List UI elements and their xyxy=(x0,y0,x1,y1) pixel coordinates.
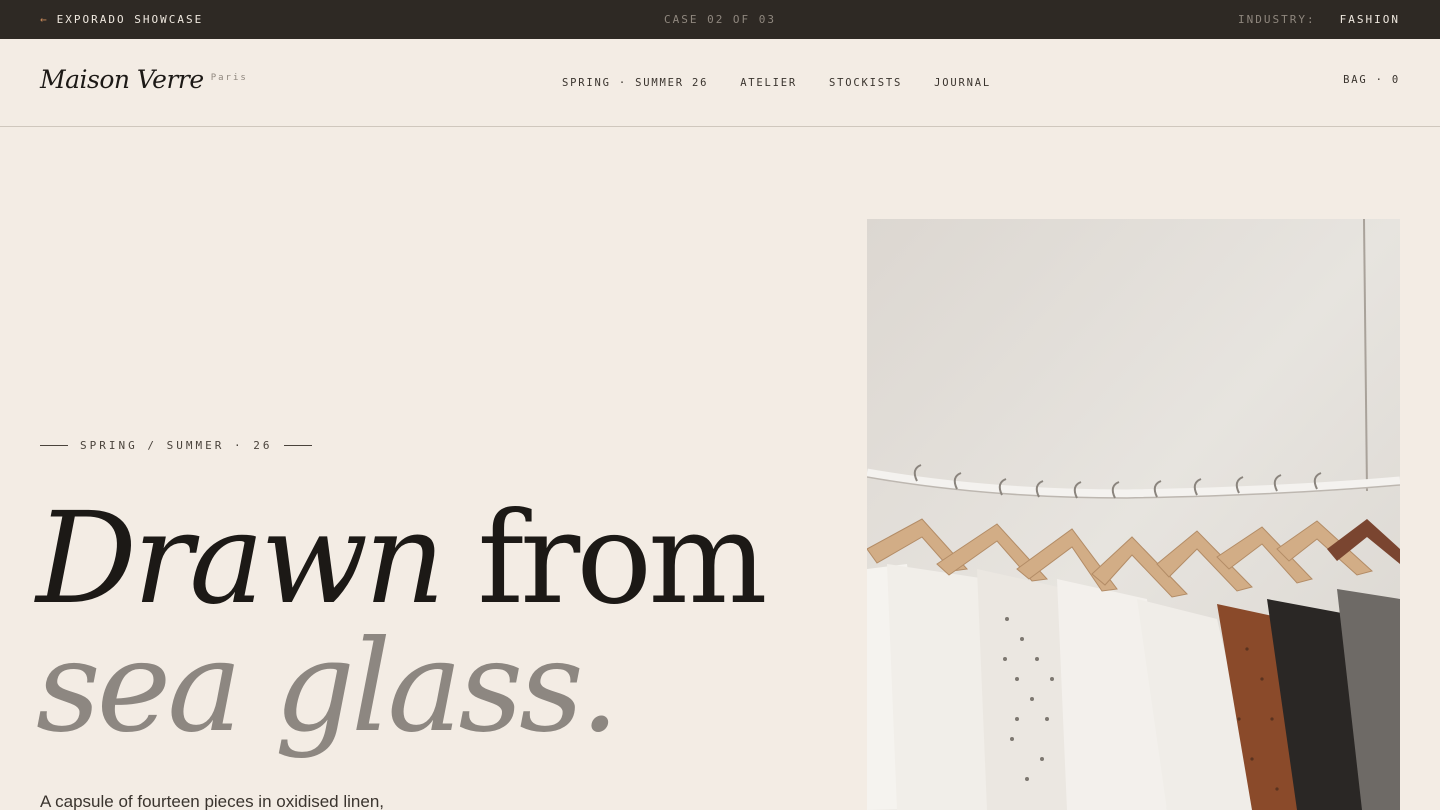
eyebrow-label: SPRING / SUMMER · 26 xyxy=(80,439,273,452)
eyebrow-rule-left xyxy=(40,445,68,446)
nav-item-journal[interactable]: JOURNAL xyxy=(934,77,991,89)
industry-tag: INDUSTRY: FASHION xyxy=(1238,13,1400,26)
site-header: Maison Verre Paris SPRING · SUMMER 26 AT… xyxy=(0,39,1440,127)
case-counter: CASE 02 OF 03 xyxy=(663,13,777,26)
back-label: EXPORADO SHOWCASE xyxy=(56,13,204,26)
clothing-rack-photo xyxy=(867,219,1400,810)
bag-button[interactable]: BAG · 0 xyxy=(1343,74,1400,86)
nav-item-collection[interactable]: SPRING · SUMMER 26 xyxy=(562,77,708,89)
arrow-left-icon: ← xyxy=(40,13,49,26)
back-to-showcase-link[interactable]: ← EXPORADO SHOWCASE xyxy=(40,13,203,26)
nav-item-atelier[interactable]: ATELIER xyxy=(740,77,797,89)
headline-italic-word: Drawn xyxy=(36,485,445,632)
headline-rest: from xyxy=(441,485,767,632)
brand-logo[interactable]: Maison Verre Paris xyxy=(40,65,248,94)
hero-headline: Drawn from sea glass. xyxy=(36,496,768,760)
eyebrow-rule-right xyxy=(284,445,313,446)
main-nav: SPRING · SUMMER 26 ATELIER STOCKISTS JOU… xyxy=(562,77,991,89)
industry-key: INDUSTRY: xyxy=(1238,13,1316,26)
headline-line-1: Drawn from xyxy=(36,496,768,622)
nav-item-stockists[interactable]: STOCKISTS xyxy=(829,77,902,89)
showcase-bar: ← EXPORADO SHOWCASE CASE 02 OF 03 INDUST… xyxy=(0,0,1440,39)
season-eyebrow: SPRING / SUMMER · 26 xyxy=(40,439,313,452)
hero-lead-text: A capsule of fourteen pieces in oxidised… xyxy=(40,792,385,810)
industry-value: FASHION xyxy=(1339,13,1400,26)
headline-line-2: sea glass. xyxy=(36,613,620,760)
brand-city: Paris xyxy=(210,73,248,83)
brand-name: Maison Verre xyxy=(40,65,204,94)
clothing-rack-illustration xyxy=(867,219,1400,810)
